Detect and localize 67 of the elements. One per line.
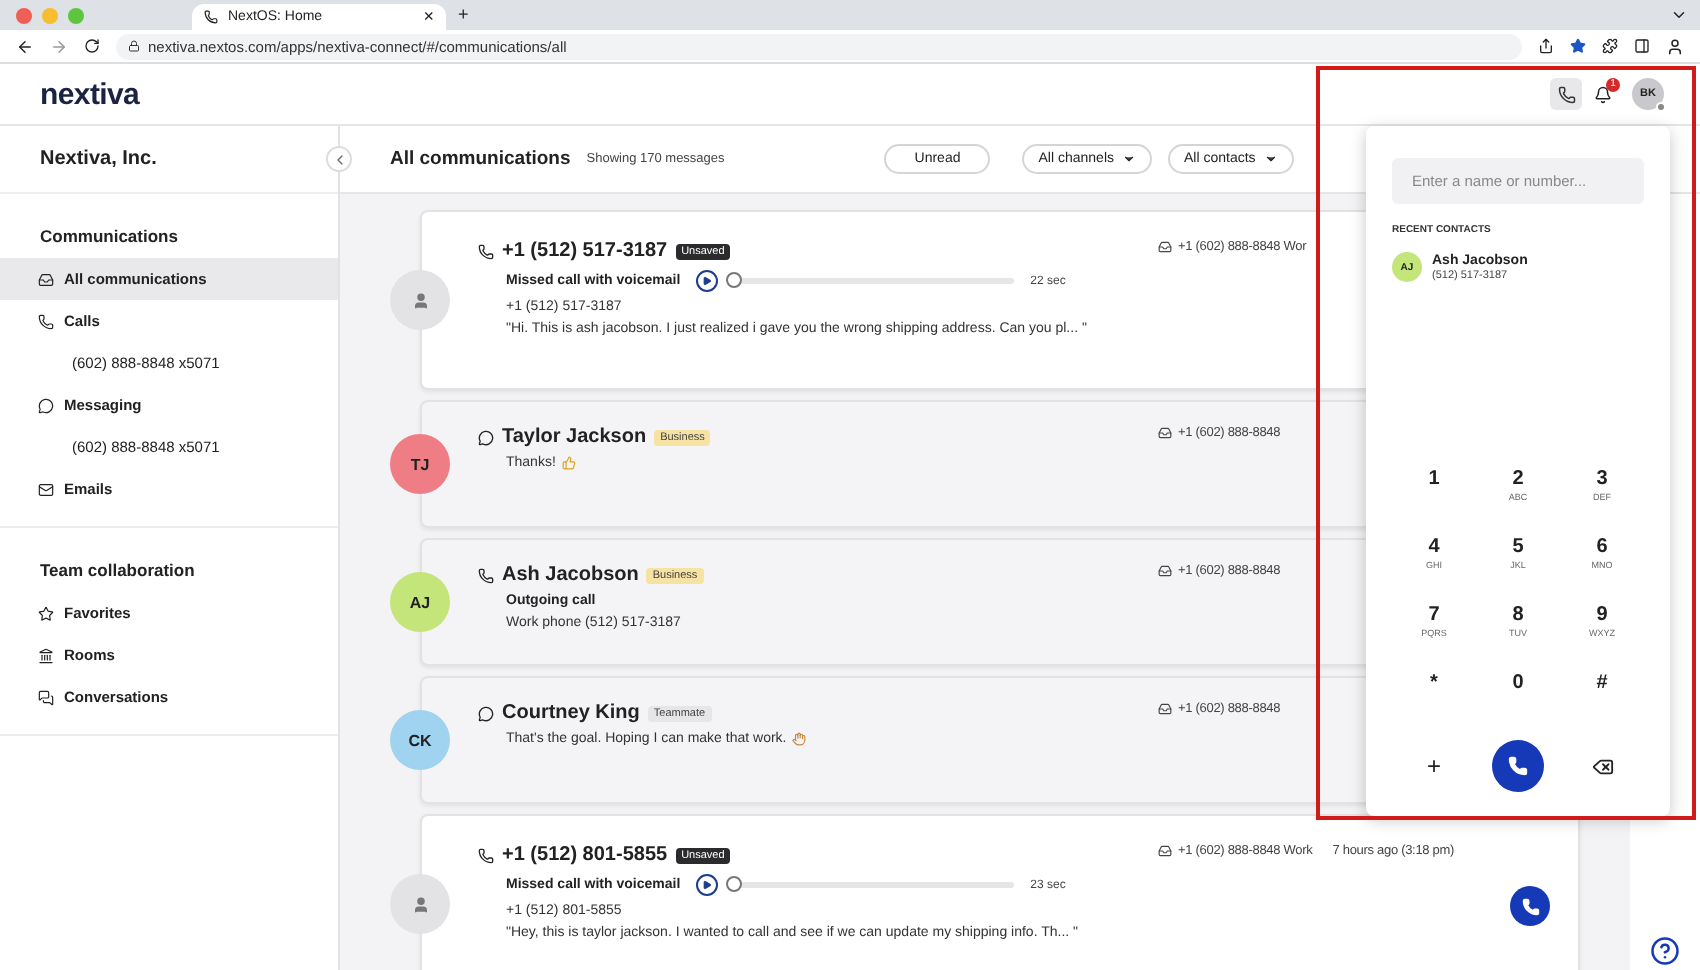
dial-key[interactable]: 0 bbox=[1476, 672, 1560, 720]
star-icon bbox=[38, 605, 54, 621]
contact-avatar: CK bbox=[390, 710, 450, 770]
section-title: Communications bbox=[38, 224, 180, 250]
inbox-icon bbox=[1158, 702, 1172, 716]
contact-name: Taylor Jackson bbox=[502, 426, 647, 448]
phone-icon bbox=[1557, 85, 1575, 103]
contact-name: Ash Jacobson bbox=[502, 564, 639, 586]
inbox-icon bbox=[1158, 426, 1172, 440]
play-icon bbox=[702, 276, 713, 286]
forward-icon[interactable] bbox=[50, 37, 68, 55]
phone-icon bbox=[478, 243, 494, 259]
backspace-icon bbox=[1591, 755, 1613, 777]
mail-icon bbox=[38, 481, 54, 497]
page-title: All communications bbox=[390, 148, 571, 170]
voicemail-thumb[interactable] bbox=[726, 876, 743, 892]
phone-icon bbox=[38, 313, 54, 329]
play-button[interactable] bbox=[696, 270, 719, 292]
sidebar-icon[interactable] bbox=[1634, 38, 1650, 54]
reload-icon[interactable] bbox=[84, 38, 100, 54]
chat-icon bbox=[478, 705, 494, 721]
caret-icon bbox=[1122, 152, 1136, 166]
puzzle-icon[interactable] bbox=[1602, 38, 1618, 54]
new-tab-button[interactable]: + bbox=[458, 6, 469, 24]
inbox-icon bbox=[38, 271, 54, 287]
lock-icon bbox=[128, 40, 140, 52]
caret-icon bbox=[1263, 152, 1278, 166]
bell-icon[interactable] bbox=[1594, 85, 1612, 103]
plus-key[interactable]: + bbox=[1392, 740, 1476, 792]
message-card[interactable] bbox=[420, 814, 1580, 970]
tab-close[interactable]: × bbox=[423, 8, 434, 26]
phone-icon bbox=[1508, 756, 1528, 776]
inbox-icon bbox=[1158, 240, 1172, 254]
phone-icon bbox=[478, 567, 494, 583]
logo: nextiva bbox=[40, 77, 142, 111]
window-controls-icon[interactable] bbox=[16, 7, 84, 23]
profile-icon[interactable] bbox=[1666, 37, 1684, 55]
chats-icon bbox=[38, 689, 54, 705]
inbox-icon bbox=[1158, 844, 1172, 858]
play-icon bbox=[702, 880, 713, 890]
section-title: Team collaboration bbox=[38, 558, 197, 584]
share-icon[interactable] bbox=[1538, 38, 1554, 54]
contact-avatar: AJ bbox=[390, 572, 450, 632]
dial-key[interactable]: 1 bbox=[1392, 468, 1476, 516]
phone-button[interactable] bbox=[1550, 78, 1582, 110]
star-icon[interactable] bbox=[1570, 38, 1586, 54]
phone-icon bbox=[478, 847, 494, 863]
tab-icon bbox=[204, 10, 218, 24]
dial-key[interactable]: * bbox=[1392, 672, 1476, 720]
chat-icon bbox=[478, 429, 494, 445]
inbox-icon bbox=[1158, 564, 1172, 578]
help-icon[interactable] bbox=[1650, 936, 1680, 966]
call-button[interactable] bbox=[1492, 740, 1544, 792]
contact-name: Courtney King bbox=[502, 702, 640, 724]
person-avatar bbox=[390, 874, 450, 934]
voicemail-thumb[interactable] bbox=[726, 272, 743, 288]
contact-name: +1 (512) 801-5855 bbox=[502, 844, 668, 866]
phone-icon bbox=[1521, 897, 1539, 915]
back-icon[interactable] bbox=[16, 37, 34, 55]
chat-icon bbox=[38, 397, 54, 413]
contact-avatar: TJ bbox=[390, 434, 450, 494]
play-button[interactable] bbox=[696, 874, 719, 896]
chevron-down-icon[interactable] bbox=[1670, 6, 1688, 24]
call-button[interactable] bbox=[1510, 886, 1550, 926]
person-avatar bbox=[390, 270, 450, 330]
contact-name: +1 (512) 517-3187 bbox=[502, 240, 668, 262]
building-icon bbox=[38, 647, 54, 663]
